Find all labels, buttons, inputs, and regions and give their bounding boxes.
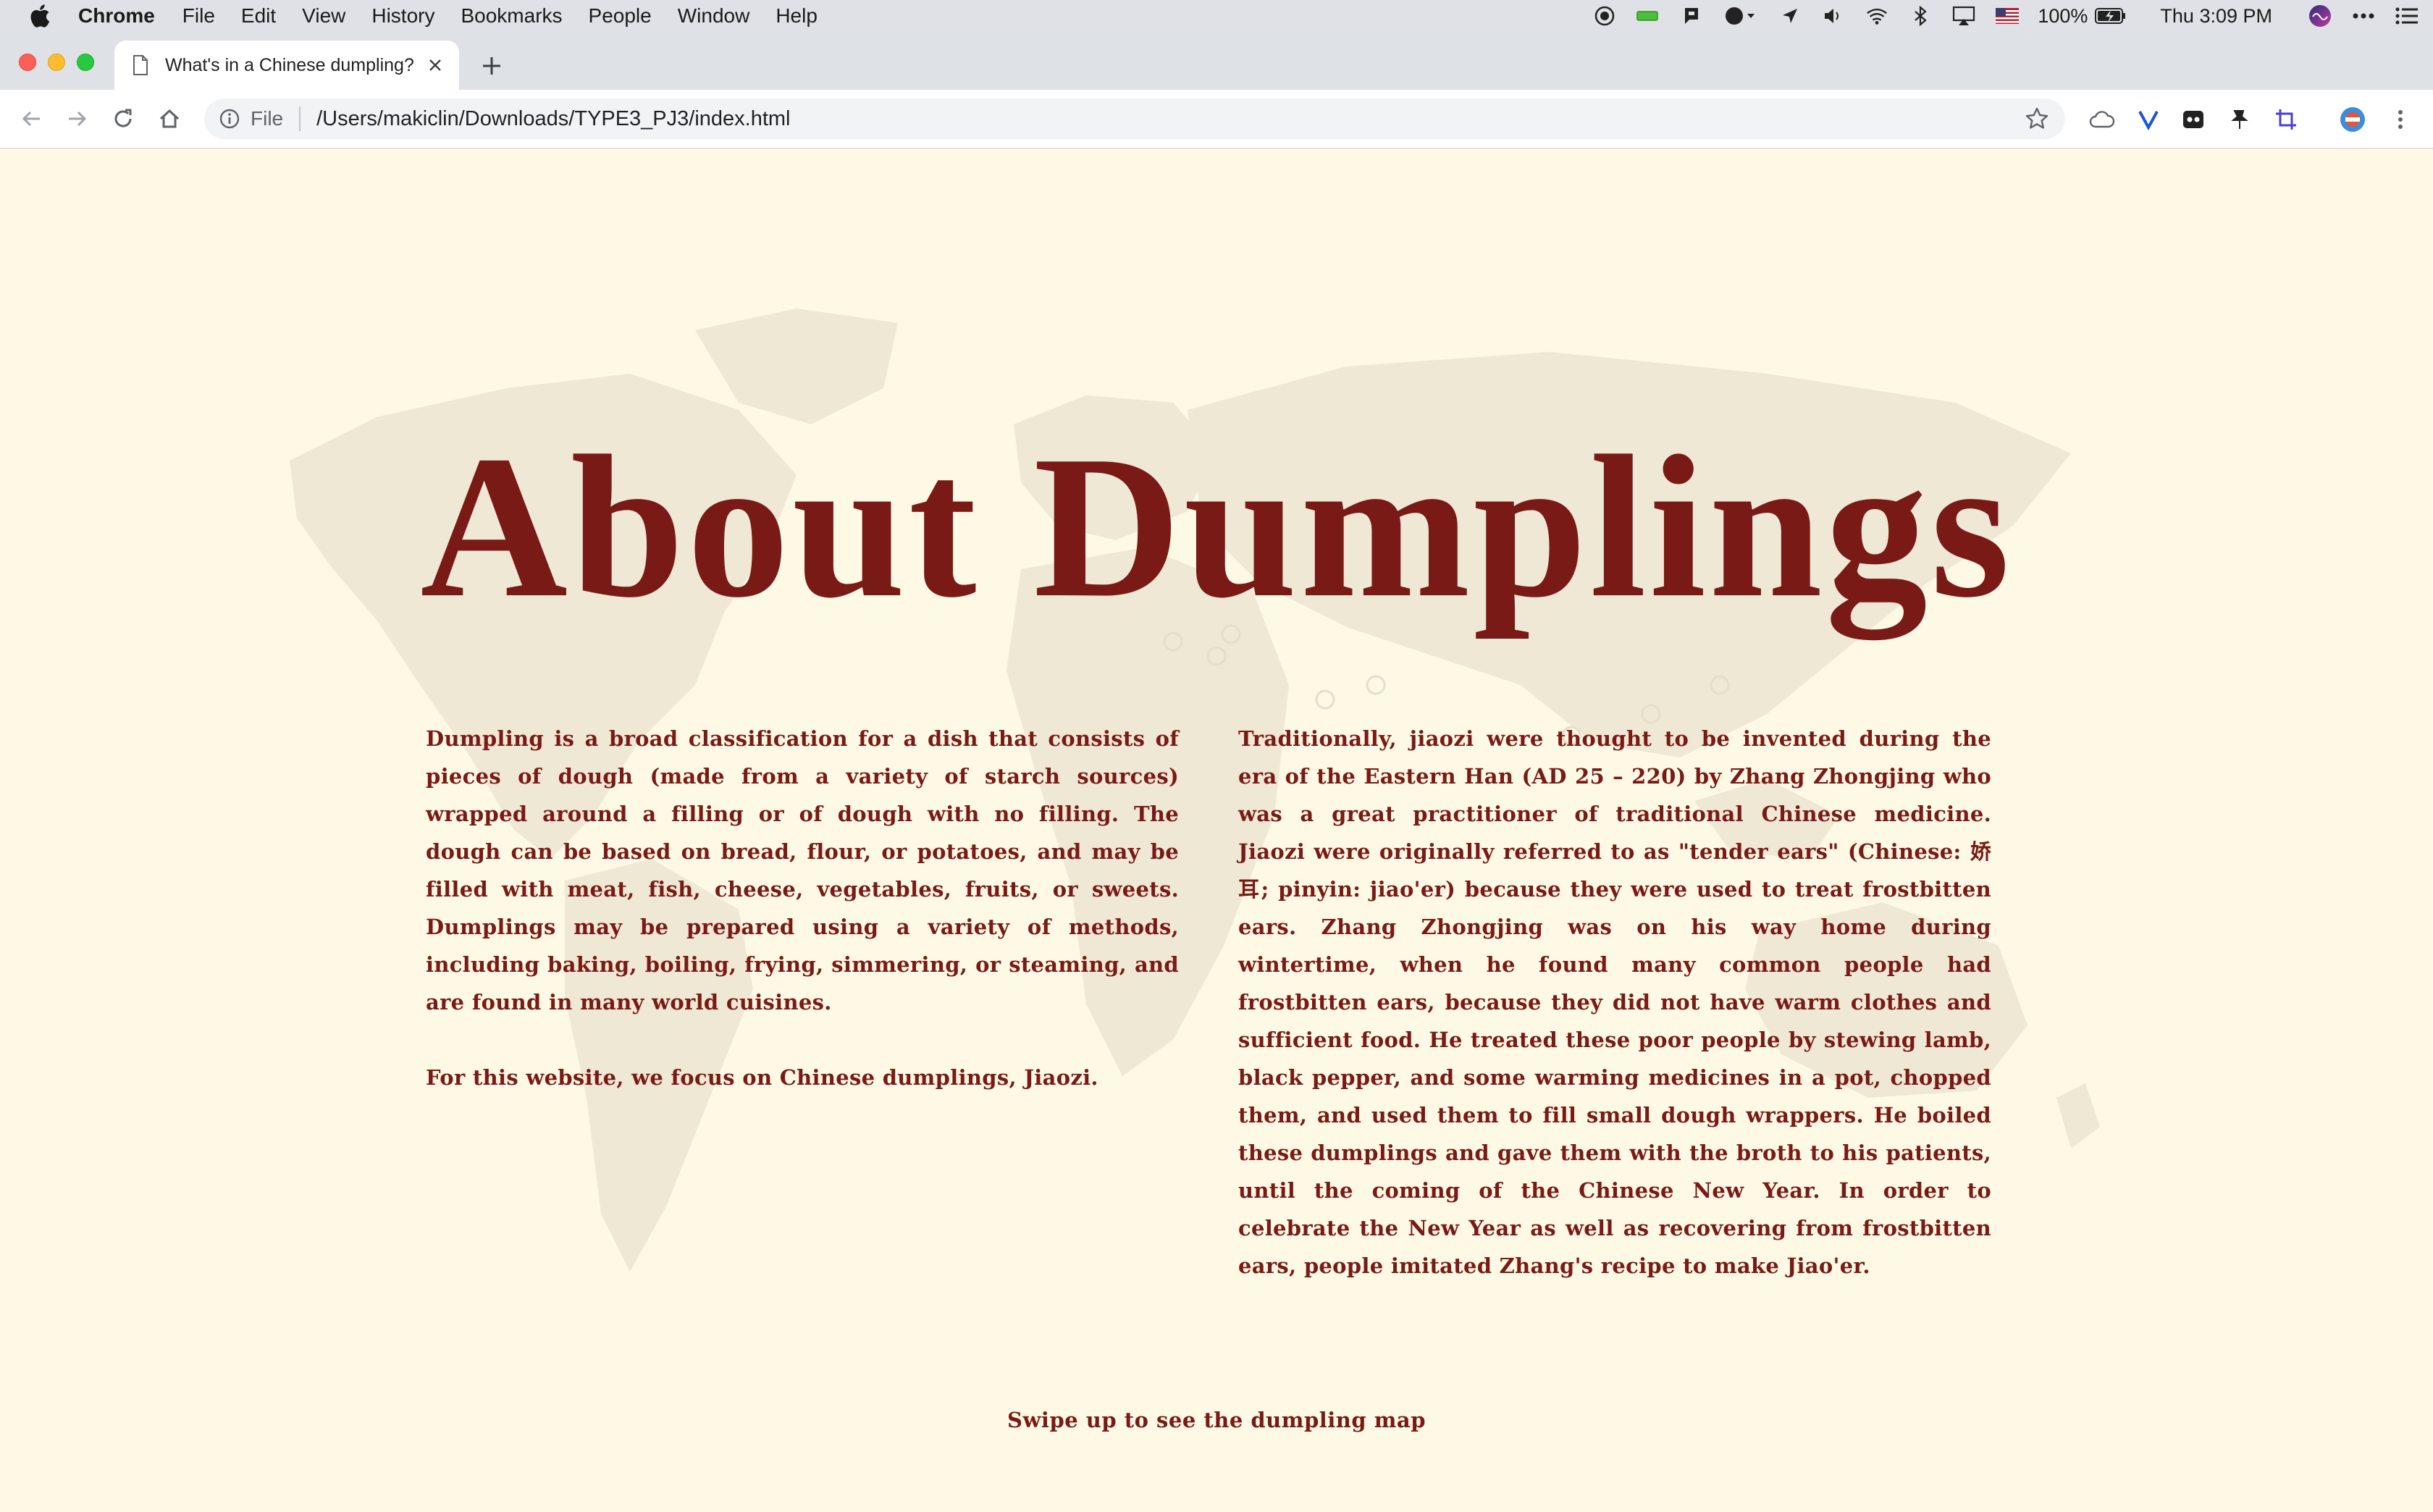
browser-toolbar: File /Users/makiclin/Downloads/TYPE3_PJ3… [0, 90, 2433, 149]
menu-people[interactable]: People [589, 4, 652, 28]
battery-percent: 100% [2038, 4, 2088, 27]
url-text[interactable]: /Users/makiclin/Downloads/TYPE3_PJ3/inde… [316, 107, 2025, 131]
menu-bookmarks[interactable]: Bookmarks [461, 4, 562, 28]
reload-icon [114, 109, 132, 127]
pin-extension-icon[interactable] [2226, 106, 2253, 133]
volume-icon[interactable] [1822, 6, 1845, 26]
cloud-extension-icon[interactable] [2088, 106, 2116, 133]
siri-icon[interactable] [2308, 5, 2332, 27]
bluetooth-icon[interactable] [1909, 6, 1932, 26]
swipe-hint[interactable]: Swipe up to see the dumpling map [0, 1408, 2433, 1432]
info-icon[interactable] [219, 108, 240, 130]
macos-menubar: Chrome File Edit View History Bookmarks … [0, 0, 2433, 32]
cloud-app-icon[interactable] [1723, 6, 1758, 26]
airplay-icon[interactable] [1952, 6, 1975, 26]
page-title: About Dumplings [420, 413, 2013, 639]
chrome-menu-icon[interactable] [2387, 106, 2414, 133]
screen-record-icon[interactable] [1593, 6, 1616, 26]
new-tab-button[interactable] [479, 54, 504, 78]
close-icon[interactable] [426, 56, 445, 75]
intro-paragraph: Dumpling is a broad classification for a… [426, 726, 1179, 1015]
menu-window[interactable]: Window [678, 4, 750, 28]
menu-app-chrome[interactable]: Chrome [78, 4, 155, 28]
bookmark-star-icon[interactable] [2025, 106, 2049, 131]
menu-history[interactable]: History [371, 4, 434, 28]
crop-extension-icon[interactable] [2272, 106, 2300, 133]
history-column: Traditionally, jiaozi were thought to be… [1238, 720, 1991, 1285]
menu-edit[interactable]: Edit [241, 4, 276, 28]
chat-icon[interactable] [1680, 6, 1703, 26]
forward-button[interactable] [62, 104, 91, 133]
apple-icon[interactable] [29, 4, 51, 28]
menu-file[interactable]: File [182, 4, 215, 28]
us-flag-icon[interactable] [1996, 6, 2020, 26]
vpn-extension-icon[interactable] [2135, 106, 2162, 133]
page-viewport: About Dumplings Dumpling is a broad clas… [0, 149, 2433, 1512]
home-icon [159, 109, 180, 128]
location-arrow-icon[interactable] [1778, 6, 1802, 26]
window-minimize-button[interactable] [48, 54, 65, 71]
window-zoom-button[interactable] [77, 54, 94, 71]
browser-tabstrip: What's in a Chinese dumpling? [0, 32, 2433, 90]
battery-charging-icon[interactable] [2095, 6, 2127, 26]
menubar-clock[interactable]: Thu 3:09 PM [2160, 5, 2272, 28]
back-button[interactable] [17, 104, 46, 133]
omnibox-divider [299, 106, 301, 131]
gamepad-extension-icon[interactable] [2180, 106, 2207, 133]
document-icon [133, 55, 148, 75]
menu-help[interactable]: Help [776, 4, 818, 28]
wifi-icon[interactable] [1865, 6, 1888, 26]
window-close-button[interactable] [19, 54, 36, 71]
arrow-left-icon [22, 111, 40, 127]
address-bar[interactable]: File /Users/makiclin/Downloads/TYPE3_PJ3… [204, 98, 2065, 139]
arrow-right-icon [69, 111, 87, 127]
battery-app-icon[interactable] [1636, 6, 1660, 26]
focus-paragraph: For this website, we focus on Chinese du… [426, 1065, 1098, 1090]
notification-center-icon[interactable] [2395, 6, 2419, 26]
page-scheme-label: File [251, 107, 284, 130]
more-dots-icon[interactable] [2352, 6, 2375, 26]
menu-view[interactable]: View [302, 4, 345, 28]
history-paragraph: Traditionally, jiaozi were thought to be… [1238, 726, 1991, 1278]
home-button[interactable] [155, 104, 184, 133]
tab-title: What's in a Chinese dumpling? [165, 54, 414, 75]
menubar-status-area: 100% Thu 3:09 PM [1573, 0, 2419, 32]
profile-avatar-icon[interactable] [2339, 106, 2366, 133]
intro-column: Dumpling is a broad classification for a… [426, 720, 1179, 1096]
tab-active[interactable]: What's in a Chinese dumpling? [114, 41, 459, 90]
reload-button[interactable] [109, 104, 138, 133]
